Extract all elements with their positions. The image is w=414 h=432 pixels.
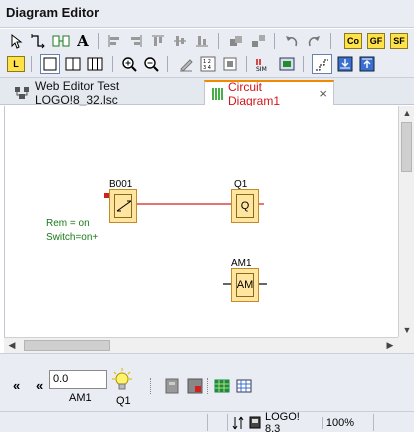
block-b001-symbol — [114, 194, 132, 218]
zoom-level: 100% — [321, 416, 354, 429]
toolbar-separator — [98, 33, 99, 49]
toolbar-separator — [112, 56, 113, 72]
toolbar-separator — [246, 56, 247, 72]
download-icon[interactable] — [335, 54, 355, 74]
panel-separator — [207, 378, 208, 394]
device-icon — [249, 416, 261, 429]
text-tool-icon[interactable]: A — [73, 31, 93, 51]
analog-input-label: AM1 — [69, 392, 92, 404]
toolbar-separator — [303, 56, 304, 72]
window-title: Diagram Editor — [6, 5, 100, 20]
block-q1[interactable]: Q — [231, 189, 259, 223]
toolbar-separator — [274, 33, 275, 49]
close-tab-icon[interactable]: × — [319, 86, 327, 101]
co-label: Co — [344, 33, 362, 49]
window-title-bar: Diagram Editor — [0, 0, 414, 28]
vertical-scrollbar[interactable]: ▲ ▼ — [398, 106, 414, 337]
green-table-icon[interactable] — [214, 379, 230, 396]
zoom-in-icon[interactable] — [119, 54, 139, 74]
status-cell-end — [373, 414, 414, 431]
scroll-left-icon[interactable]: ◀ — [4, 340, 20, 351]
collapse-panel-icon[interactable]: « — [13, 378, 20, 393]
simulation-icon[interactable]: SIM — [254, 54, 274, 74]
tab-label: Web Editor Test LOGO!8_32.lsc — [35, 78, 120, 107]
param-rem: Rem = on — [46, 218, 90, 229]
panel-separator — [150, 378, 151, 394]
collapse-inputs-icon[interactable]: « — [36, 378, 43, 393]
connect-tool-icon[interactable] — [28, 31, 48, 51]
tab-circuit-diagram1[interactable]: Circuit Diagram1 × — [204, 79, 334, 108]
upload-icon[interactable] — [357, 54, 377, 74]
svg-text:3 4: 3 4 — [203, 65, 211, 71]
simulation-io-icon[interactable] — [187, 378, 203, 397]
align-center-vertical-icon[interactable] — [170, 31, 190, 51]
scroll-up-icon[interactable]: ▲ — [399, 108, 414, 118]
align-bottom-icon[interactable] — [192, 31, 212, 51]
undo-icon[interactable] — [282, 31, 302, 51]
numbering-icon[interactable]: 1 23 4 — [198, 54, 218, 74]
ladder-button[interactable]: L — [6, 54, 26, 74]
sf-button[interactable]: SF — [389, 31, 409, 51]
split-view-icon[interactable] — [63, 54, 83, 74]
co-button[interactable]: Co — [343, 31, 363, 51]
toolbar-separator — [330, 33, 331, 49]
layout-icon[interactable] — [312, 54, 332, 74]
ungroup-icon[interactable] — [248, 31, 268, 51]
toolbar-separator — [31, 56, 32, 72]
align-left-icon[interactable] — [104, 31, 124, 51]
param-switch: Switch=on+ — [46, 232, 99, 243]
align-right-icon[interactable] — [126, 31, 146, 51]
network-icon — [14, 86, 30, 100]
scroll-down-icon[interactable]: ▼ — [399, 325, 414, 335]
toolbar-separator — [218, 33, 219, 49]
horizontal-scrollbar[interactable]: ◀ ▶ — [4, 337, 398, 353]
tab-label: Circuit Diagram1 — [228, 79, 281, 108]
svg-text:SIM: SIM — [256, 66, 267, 72]
toolbar-separator — [167, 56, 168, 72]
switch-symbol-icon — [116, 200, 131, 212]
triple-view-icon[interactable] — [85, 54, 105, 74]
ladder-label: L — [7, 56, 25, 72]
tab-web-editor-test[interactable]: Web Editor Test LOGO!8_32.lsc — [8, 78, 204, 107]
select-tool-icon[interactable] — [6, 31, 26, 51]
output-lamp-label: Q1 — [116, 395, 131, 407]
cross-reference-icon[interactable] — [220, 54, 240, 74]
status-device-cell: LOGO! 8.3 100% — [227, 410, 354, 432]
simulation-device-icon[interactable] — [165, 378, 179, 397]
simulation-panel: « « 0.0 AM1 Q1 — [0, 353, 414, 411]
table-view-icon[interactable] — [236, 379, 252, 396]
gf-button[interactable]: GF — [366, 31, 386, 51]
group-icon[interactable] — [226, 31, 246, 51]
redo-icon[interactable] — [304, 31, 324, 51]
analog-value-input[interactable]: 0.0 — [49, 370, 107, 389]
scroll-corner — [398, 337, 414, 353]
status-bar: LOGO! 8.3 100% — [0, 411, 414, 432]
toolbar-row-2: L 1 23 4 SIM — [0, 52, 414, 78]
sf-label: SF — [390, 33, 408, 49]
lamp-icon — [111, 367, 133, 396]
gf-label: GF — [367, 33, 385, 49]
connection-icon — [232, 416, 246, 430]
edit-pen-icon[interactable] — [176, 54, 196, 74]
vertical-scroll-thumb[interactable] — [401, 122, 412, 172]
block-b001[interactable] — [109, 189, 137, 223]
online-test-icon[interactable] — [277, 54, 297, 74]
scroll-right-icon[interactable]: ▶ — [382, 340, 398, 351]
diagram-canvas[interactable]: B001 Q1 Q AM1 AM Rem = on Switch=on+ — [4, 106, 398, 337]
constants-connectors-icon[interactable] — [51, 31, 71, 51]
ladder-diagram-icon — [211, 87, 223, 101]
status-cell-empty — [207, 414, 227, 431]
block-am1-symbol: AM — [236, 273, 254, 297]
single-view-icon[interactable] — [40, 54, 60, 74]
document-tabs: Web Editor Test LOGO!8_32.lsc Circuit Di… — [0, 78, 414, 108]
block-am1[interactable]: AM — [231, 268, 259, 302]
device-version: LOGO! 8.3 — [265, 410, 300, 432]
block-q1-symbol: Q — [236, 194, 254, 218]
horizontal-scroll-thumb[interactable] — [24, 340, 110, 351]
align-top-icon[interactable] — [148, 31, 168, 51]
zoom-out-icon[interactable] — [141, 54, 161, 74]
